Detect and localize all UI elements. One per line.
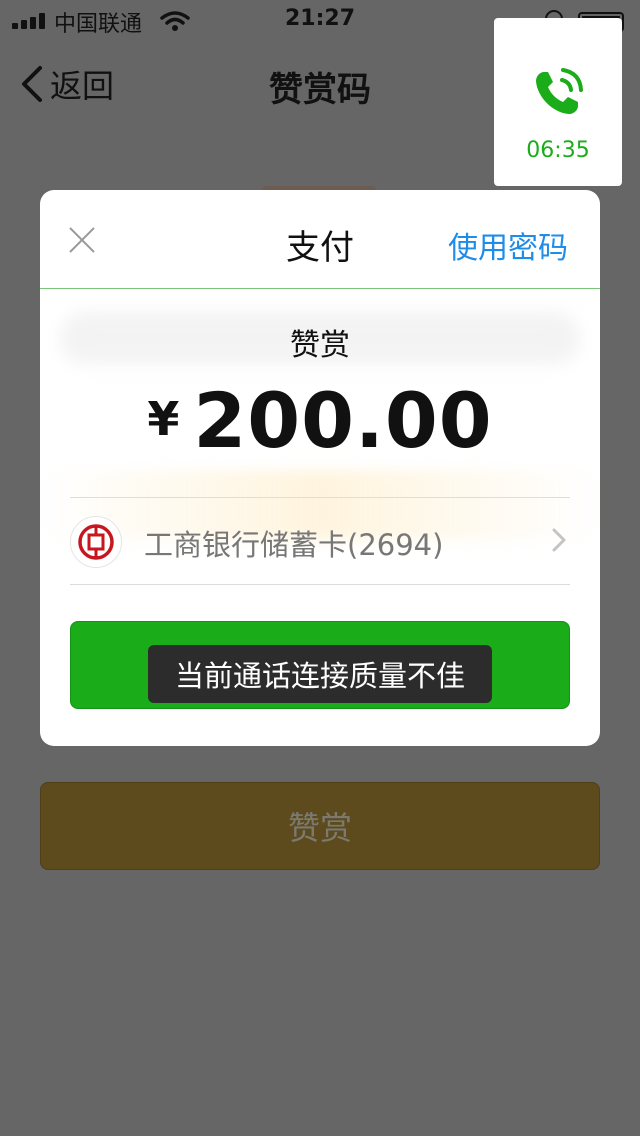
toast-message: 当前通话连接质量不佳	[148, 645, 492, 703]
payment-amount: ¥200.00	[40, 376, 600, 465]
phone-icon	[536, 68, 583, 114]
use-password-link[interactable]: 使用密码	[448, 223, 568, 267]
payment-card-selector[interactable]: 工商银行储蓄卡(2694)	[70, 497, 570, 585]
currency-symbol: ¥	[147, 392, 180, 446]
reward-button[interactable]: 赞赏	[40, 782, 600, 870]
icbc-logo-icon	[70, 516, 122, 568]
call-duration: 06:35	[526, 138, 590, 163]
call-float-window[interactable]: 06:35	[494, 18, 622, 186]
amount-value: 200.00	[193, 376, 493, 465]
dialog-header: 支付 使用密码	[40, 190, 600, 289]
payment-label: 赞赏	[290, 328, 350, 363]
chevron-right-icon	[552, 528, 566, 552]
card-name: 工商银行储蓄卡(2694)	[144, 528, 444, 562]
